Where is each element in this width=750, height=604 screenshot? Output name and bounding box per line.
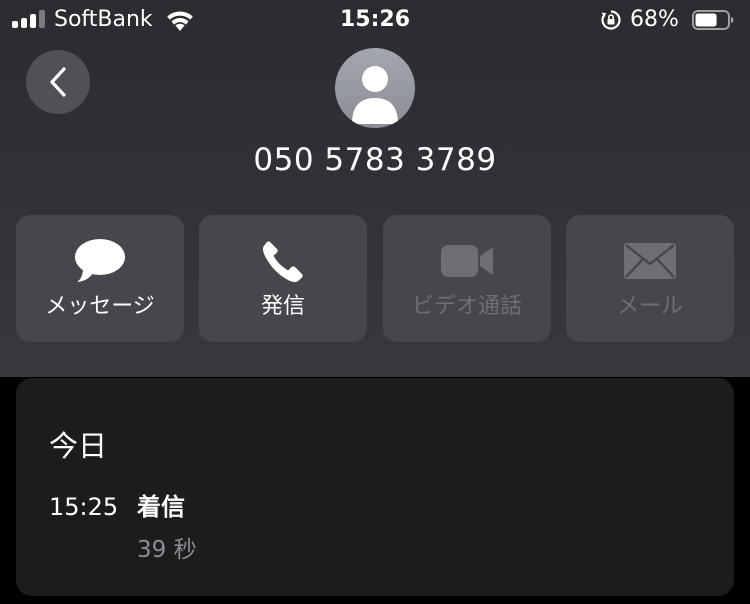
mail-label: メール <box>616 294 683 319</box>
day-heading: 今日 <box>49 429 108 463</box>
back-button[interactable] <box>26 50 90 114</box>
call-label: 発信 <box>260 294 305 319</box>
video-call-button[interactable]: ビデオ通話 <box>383 215 551 342</box>
phone-icon <box>262 241 303 283</box>
call-button[interactable]: 発信 <box>199 215 367 342</box>
contact-avatar <box>335 48 415 128</box>
battery-icon <box>692 10 734 30</box>
recent-calls-card: 今日 15:25 着信 39 秒 <box>16 378 734 596</box>
message-button[interactable]: メッセージ <box>16 215 184 342</box>
contact-header: SoftBank 15:26 68% 050 5783 3789 メッセージ 発… <box>0 0 750 377</box>
chevron-left-icon <box>50 67 66 97</box>
video-call-label: ビデオ通話 <box>411 294 522 319</box>
phone-number: 050 5783 3789 <box>253 142 497 178</box>
call-type: 着信 <box>137 493 185 521</box>
call-time: 15:25 <box>49 493 119 521</box>
message-bubble-icon <box>75 239 125 282</box>
battery-percent: 68% <box>630 7 679 32</box>
call-duration: 39 秒 <box>137 537 197 563</box>
video-camera-icon <box>441 245 493 277</box>
status-bar: SoftBank 15:26 68% <box>0 0 750 40</box>
envelope-icon <box>624 243 676 279</box>
message-label: メッセージ <box>45 294 155 319</box>
person-silhouette-icon <box>352 66 398 124</box>
mail-button[interactable]: メール <box>566 215 734 342</box>
rotation-lock-icon <box>600 9 622 31</box>
